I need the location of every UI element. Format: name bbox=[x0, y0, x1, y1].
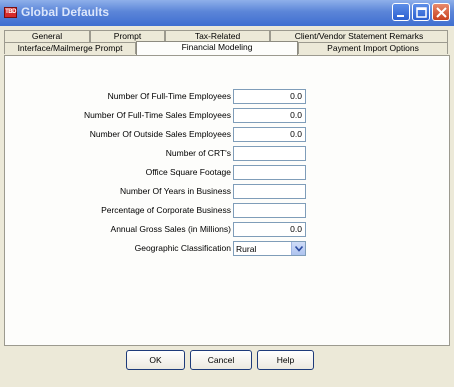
corporate-business-percentage-label: Percentage of Corporate Business bbox=[101, 205, 231, 215]
window-bottom-edge bbox=[0, 376, 454, 387]
geographic-classification-select[interactable]: Rural bbox=[233, 241, 306, 256]
full-time-sales-employees-field[interactable]: 0.0 bbox=[233, 108, 306, 123]
maximize-button[interactable] bbox=[412, 3, 430, 21]
maximize-icon bbox=[416, 7, 427, 18]
minimize-icon bbox=[397, 15, 404, 17]
full-time-employees-field[interactable]: 0.0 bbox=[233, 89, 306, 104]
annual-gross-sales-field[interactable]: 0.0 bbox=[233, 222, 306, 237]
help-button[interactable]: Help bbox=[257, 350, 314, 370]
office-square-footage-label: Office Square Footage bbox=[145, 167, 231, 177]
years-in-business-field[interactable] bbox=[233, 184, 306, 199]
tab-financial-modeling[interactable]: Financial Modeling bbox=[136, 41, 298, 55]
ok-button[interactable]: OK bbox=[126, 350, 185, 370]
cancel-button[interactable]: Cancel bbox=[190, 350, 252, 370]
annual-gross-sales-label: Annual Gross Sales (in Millions) bbox=[110, 224, 231, 234]
years-in-business-label: Number Of Years in Business bbox=[119, 186, 231, 196]
geographic-classification-label: Geographic Classification bbox=[134, 243, 231, 253]
crts-field[interactable] bbox=[233, 146, 306, 161]
app-icon: TBD bbox=[4, 7, 17, 18]
crts-label: Number of CRT's bbox=[165, 148, 231, 158]
title-bar[interactable]: TBD Global Defaults bbox=[0, 0, 454, 26]
minimize-button[interactable] bbox=[392, 3, 410, 21]
chevron-down-icon bbox=[295, 246, 303, 252]
close-button[interactable] bbox=[432, 3, 450, 21]
full-time-sales-employees-label: Number Of Full-Time Sales Employees bbox=[83, 110, 231, 120]
window-title: Global Defaults bbox=[21, 5, 110, 19]
dropdown-button[interactable] bbox=[291, 242, 305, 255]
close-icon bbox=[436, 7, 447, 18]
outside-sales-employees-label: Number Of Outside Sales Employees bbox=[89, 129, 231, 139]
full-time-employees-label: Number Of Full-Time Employees bbox=[107, 91, 231, 101]
office-square-footage-field[interactable] bbox=[233, 165, 306, 180]
geographic-classification-value: Rural bbox=[236, 244, 257, 254]
global-defaults-window: TBD Global Defaults General Prompt Tax-R… bbox=[0, 0, 454, 387]
outside-sales-employees-field[interactable]: 0.0 bbox=[233, 127, 306, 142]
tab-interface-mailmerge-prompt[interactable]: Interface/Mailmerge Prompt bbox=[4, 42, 136, 54]
corporate-business-percentage-field[interactable] bbox=[233, 203, 306, 218]
tab-payment-import-options[interactable]: Payment Import Options bbox=[298, 42, 448, 54]
tab-general[interactable]: General bbox=[4, 30, 90, 42]
